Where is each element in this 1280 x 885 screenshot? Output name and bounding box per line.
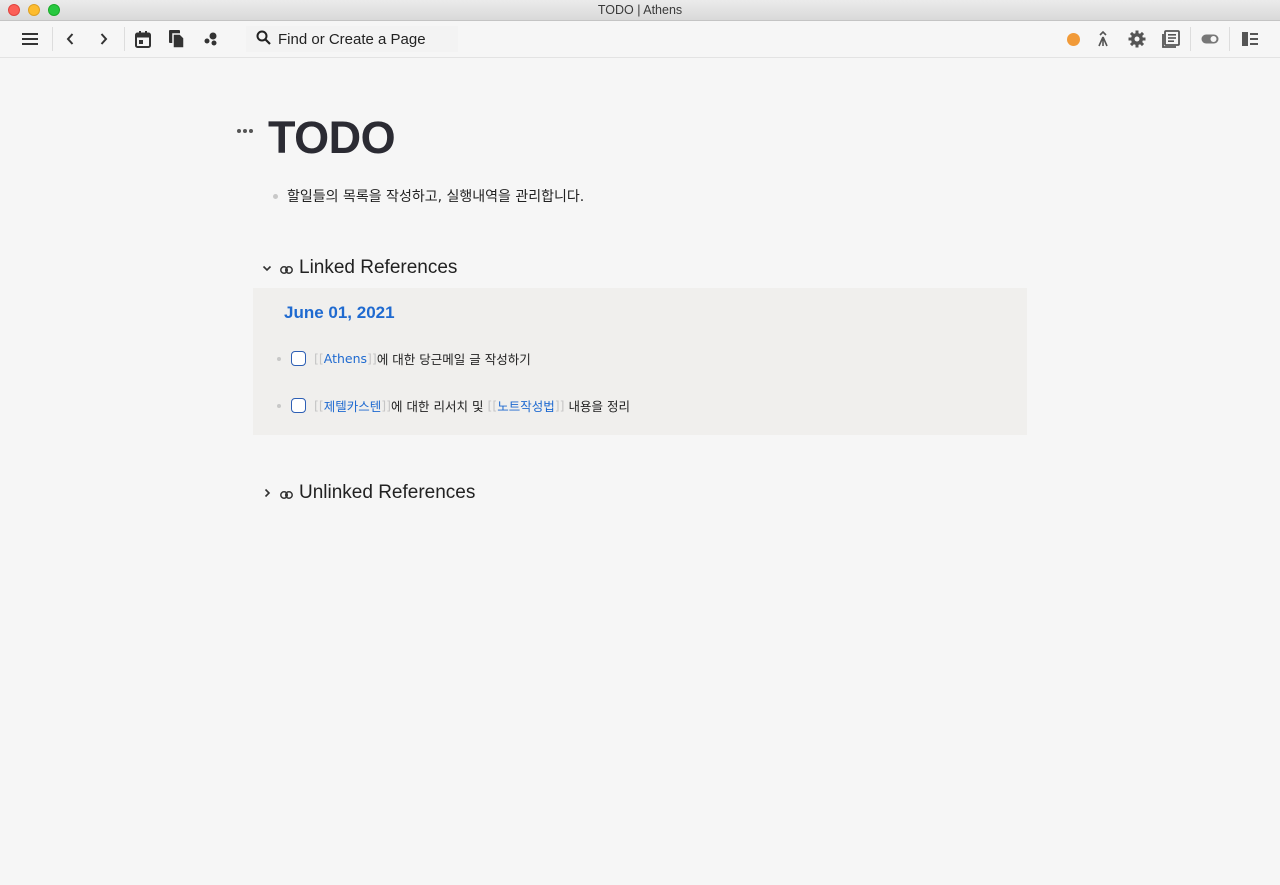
todo-checkbox[interactable] — [291, 351, 306, 366]
list-item[interactable]: [[Athens]] 에 대한 당근메일 글 작성하기 — [277, 349, 531, 368]
todo-checkbox[interactable] — [291, 398, 306, 413]
block-text[interactable]: 할일들의 목록을 작성하고, 실행내역을 관리합니다. — [287, 186, 584, 206]
minimize-window-button[interactable] — [28, 4, 40, 16]
block-bullet[interactable] — [273, 193, 278, 199]
sidebar-icon[interactable] — [1237, 27, 1263, 51]
linked-references-header[interactable]: Linked References — [260, 257, 457, 279]
window-title: TODO | Athens — [597, 3, 683, 17]
unlinked-references-label: Unlinked References — [299, 482, 476, 503]
merge-icon[interactable] — [1090, 27, 1116, 51]
library-icon[interactable] — [1158, 27, 1184, 51]
page-options-icon[interactable] — [237, 124, 255, 138]
linked-references-label: Linked References — [299, 257, 458, 278]
page-link[interactable]: 제텔카스텐 — [324, 396, 382, 415]
calendar-icon[interactable] — [130, 27, 156, 51]
todo-text[interactable]: [[Athens]] 에 대한 당근메일 글 작성하기 — [314, 349, 531, 368]
back-icon[interactable] — [57, 27, 83, 51]
toggle-icon[interactable] — [1197, 27, 1223, 51]
search-icon — [256, 30, 271, 49]
graph-icon[interactable] — [198, 27, 224, 51]
unlinked-references-header[interactable]: Unlinked References — [260, 482, 475, 504]
maximize-window-button[interactable] — [48, 4, 60, 16]
page-link[interactable]: Athens — [324, 351, 367, 366]
list-item[interactable]: [[제텔카스텐]] 에 대한 리서치 및 [[노트작성법]] 내용을 정리 — [277, 396, 630, 415]
block[interactable]: 할일들의 목록을 작성하고, 실행내역을 관리합니다. — [273, 186, 584, 206]
todo-text[interactable]: [[제텔카스텐]] 에 대한 리서치 및 [[노트작성법]] 내용을 정리 — [314, 396, 630, 415]
page-title[interactable]: TODO — [268, 112, 396, 164]
link-icon — [280, 259, 293, 278]
chevron-down-icon[interactable] — [260, 261, 274, 275]
gear-icon[interactable] — [1124, 27, 1150, 51]
close-window-button[interactable] — [8, 4, 20, 16]
search-bar[interactable]: Find or Create a Page — [246, 26, 458, 52]
link-icon — [280, 484, 293, 503]
chevron-right-icon[interactable] — [260, 486, 274, 500]
page-link[interactable]: 노트작성법 — [497, 396, 555, 415]
pages-icon[interactable] — [164, 27, 190, 51]
block-bullet[interactable] — [277, 403, 281, 408]
window-titlebar: TODO | Athens — [0, 0, 1280, 21]
sync-status-dot[interactable] — [1067, 33, 1080, 46]
block-bullet[interactable] — [277, 356, 281, 361]
forward-icon[interactable] — [91, 27, 117, 51]
toolbar: Find or Create a Page — [0, 21, 1280, 58]
menu-icon[interactable] — [17, 27, 43, 51]
search-placeholder: Find or Create a Page — [278, 30, 426, 48]
reference-page-link[interactable]: June 01, 2021 — [284, 303, 395, 323]
traffic-lights — [8, 4, 60, 16]
